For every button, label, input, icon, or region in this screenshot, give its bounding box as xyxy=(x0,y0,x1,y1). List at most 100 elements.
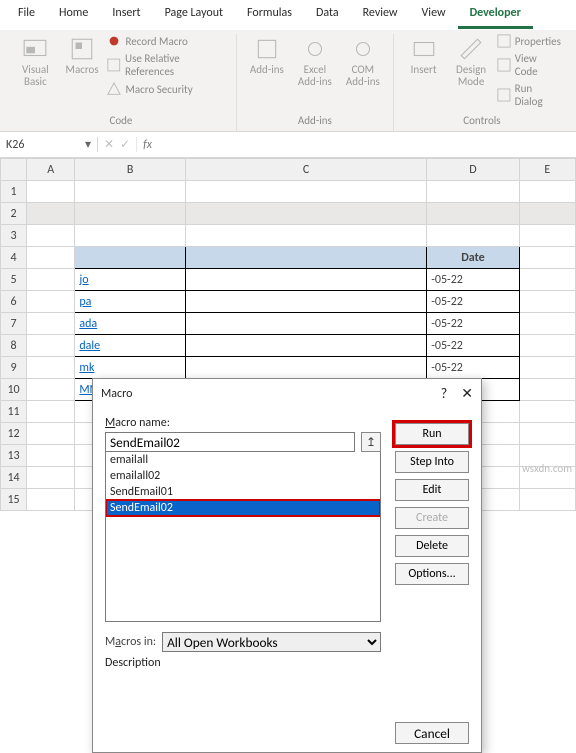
list-item[interactable]: emailall02 xyxy=(106,468,380,484)
row-header[interactable]: 11 xyxy=(1,401,27,423)
group-label-controls: Controls xyxy=(402,112,562,131)
row-header[interactable]: 13 xyxy=(1,445,27,467)
group-label-addins: Add-ins xyxy=(245,112,385,131)
code-icon xyxy=(497,58,511,72)
row-header[interactable]: 2 xyxy=(1,203,27,225)
row-header[interactable]: 1 xyxy=(1,181,27,203)
row-header[interactable]: 10 xyxy=(1,379,27,401)
row-header[interactable]: 4 xyxy=(1,247,27,269)
options-button[interactable]: Options... xyxy=(395,563,469,585)
view-code-button[interactable]: View Code xyxy=(497,52,562,78)
link-cell[interactable]: pa xyxy=(75,291,186,313)
ribbon: Visual Basic Macros Record Macro Use Rel… xyxy=(0,30,576,132)
list-item[interactable]: emailall xyxy=(106,452,380,468)
link-cell[interactable]: jo xyxy=(75,269,186,291)
list-item[interactable]: SendEmail01 xyxy=(106,484,380,500)
run-dialog-button[interactable]: Run Dialog xyxy=(497,82,562,108)
data-cell[interactable] xyxy=(185,335,426,357)
description-label: Description xyxy=(105,656,469,670)
link-cell[interactable]: ada xyxy=(75,313,186,335)
macros-in-select[interactable]: All Open Workbooks xyxy=(162,632,381,652)
create-button: Create xyxy=(395,507,469,529)
close-icon[interactable]: ✕ xyxy=(461,385,473,402)
link-cell[interactable]: mk xyxy=(75,357,186,379)
design-mode-button[interactable]: Design Mode xyxy=(449,34,492,90)
tab-developer[interactable]: Developer xyxy=(458,0,533,29)
macro-dialog: Macro ? ✕ Macro name: ↥ emailall emailal… xyxy=(92,378,482,753)
formula-bar: K26 ▾ ✕ ✓ fx xyxy=(0,132,576,158)
table-header-cell[interactable] xyxy=(185,247,426,269)
name-box-value: K26 xyxy=(6,138,24,152)
col-header[interactable]: E xyxy=(519,159,575,181)
list-item-selected[interactable]: SendEmail02 xyxy=(106,500,380,516)
dialog-buttons: Run Step Into Edit Create Delete Options… xyxy=(395,423,469,585)
link-cell[interactable]: dale xyxy=(75,335,186,357)
fx-label: fx xyxy=(137,138,158,152)
col-header[interactable]: C xyxy=(185,159,426,181)
row-header[interactable]: 8 xyxy=(1,335,27,357)
vb-icon xyxy=(22,36,48,62)
group-label-code: Code xyxy=(14,112,228,131)
step-into-button[interactable]: Step Into xyxy=(395,451,469,473)
cancel-button[interactable]: Cancel xyxy=(395,722,469,744)
data-cell[interactable] xyxy=(185,269,426,291)
tab-review[interactable]: Review xyxy=(351,0,410,29)
help-icon[interactable]: ? xyxy=(441,385,448,402)
tab-data[interactable]: Data xyxy=(304,0,351,29)
macro-list[interactable]: emailall emailall02 SendEmail01 SendEmai… xyxy=(105,452,381,622)
insert-control-button[interactable]: Insert xyxy=(402,34,445,78)
run-button[interactable]: Run xyxy=(395,423,469,445)
date-cell[interactable]: -05-22 xyxy=(427,313,519,335)
data-cell[interactable] xyxy=(185,313,426,335)
row-header[interactable]: 3 xyxy=(1,225,27,247)
row-header[interactable]: 6 xyxy=(1,291,27,313)
visual-basic-button[interactable]: Visual Basic xyxy=(14,34,57,90)
excel-addins-button[interactable]: Excel Add-ins xyxy=(293,34,337,90)
row-header[interactable]: 15 xyxy=(1,489,27,511)
delete-button[interactable]: Delete xyxy=(395,535,469,557)
date-cell[interactable]: -05-22 xyxy=(427,335,519,357)
dialog-titlebar[interactable]: Macro ? ✕ xyxy=(93,379,481,408)
com-addins-button[interactable]: COM Add-ins xyxy=(341,34,385,90)
col-header[interactable]: B xyxy=(75,159,186,181)
date-cell[interactable]: -05-22 xyxy=(427,357,519,379)
fx-controls: ✕ ✓ xyxy=(98,137,137,152)
chevron-down-icon[interactable]: ▾ xyxy=(85,137,91,152)
relative-refs-button[interactable]: Use Relative References xyxy=(107,52,227,78)
col-header[interactable]: A xyxy=(27,159,75,181)
macros-in-label: Macros in: xyxy=(105,635,156,649)
row-header[interactable]: 7 xyxy=(1,313,27,335)
row-header[interactable]: 9 xyxy=(1,357,27,379)
data-cell[interactable] xyxy=(185,291,426,313)
macros-button[interactable]: Macros xyxy=(61,34,104,78)
grid-icon xyxy=(107,58,121,72)
date-cell[interactable]: -05-22 xyxy=(427,291,519,313)
table-header-cell[interactable] xyxy=(75,247,186,269)
macro-security-button[interactable]: Macro Security xyxy=(107,82,227,96)
tab-home[interactable]: Home xyxy=(47,0,100,29)
row-header[interactable]: 12 xyxy=(1,423,27,445)
warning-icon xyxy=(107,82,121,96)
enter-icon[interactable]: ✓ xyxy=(120,137,130,152)
collapse-icon[interactable]: ↥ xyxy=(361,432,381,452)
tab-insert[interactable]: Insert xyxy=(100,0,152,29)
record-icon xyxy=(107,34,121,48)
table-header-date[interactable]: Date xyxy=(427,247,519,269)
col-header[interactable]: D xyxy=(427,159,519,181)
data-cell[interactable] xyxy=(185,357,426,379)
select-all[interactable] xyxy=(1,159,27,181)
macro-name-input[interactable] xyxy=(105,432,355,452)
tab-file[interactable]: File xyxy=(6,0,47,29)
record-macro-button[interactable]: Record Macro xyxy=(107,34,227,48)
addins-button[interactable]: Add-ins xyxy=(245,34,289,78)
edit-button[interactable]: Edit xyxy=(395,479,469,501)
row-header[interactable]: 5 xyxy=(1,269,27,291)
name-box[interactable]: K26 ▾ xyxy=(0,137,98,152)
tab-formulas[interactable]: Formulas xyxy=(235,0,304,29)
tab-view[interactable]: View xyxy=(410,0,458,29)
tab-page-layout[interactable]: Page Layout xyxy=(153,0,235,29)
date-cell[interactable]: -05-22 xyxy=(427,269,519,291)
cancel-icon[interactable]: ✕ xyxy=(104,137,114,152)
properties-button[interactable]: Properties xyxy=(497,34,562,48)
row-header[interactable]: 14 xyxy=(1,467,27,489)
